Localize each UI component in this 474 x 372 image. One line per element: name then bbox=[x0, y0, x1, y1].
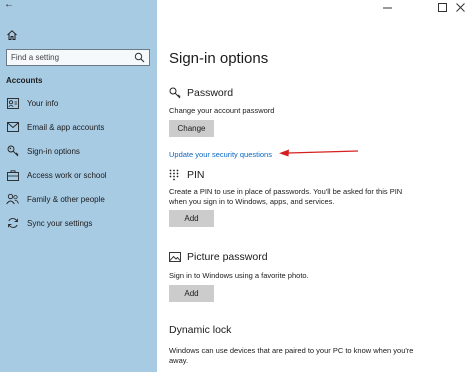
home-button[interactable] bbox=[6, 28, 20, 42]
page-title: Sign-in options bbox=[169, 50, 269, 67]
sidebar-item-label: Family & other people bbox=[27, 194, 105, 204]
back-arrow-icon: ← bbox=[4, 0, 14, 10]
sidebar-item-label: Sync your settings bbox=[27, 218, 93, 228]
sidebar-item-sign-in-options[interactable]: Sign-in options bbox=[0, 141, 157, 161]
add-pin-button[interactable]: Add bbox=[169, 210, 214, 227]
section-heading: Dynamic lock bbox=[169, 324, 232, 336]
key-icon bbox=[169, 86, 182, 99]
section-heading: Picture password bbox=[187, 250, 268, 263]
sync-icon bbox=[6, 217, 19, 230]
section-heading: PIN bbox=[187, 168, 205, 181]
password-heading: Password bbox=[169, 86, 233, 99]
picture-password-heading: Picture password bbox=[169, 250, 268, 263]
sidebar-section-title: Accounts bbox=[6, 76, 43, 85]
pin-description: Create a PIN to use in place of password… bbox=[169, 187, 403, 206]
back-button[interactable]: ← bbox=[4, 0, 18, 12]
update-security-questions-link[interactable]: Update your security questions bbox=[169, 150, 272, 159]
dynamic-lock-description: Windows can use devices that are paired … bbox=[169, 346, 414, 365]
key-icon bbox=[6, 145, 19, 158]
annotation-arrow bbox=[279, 149, 359, 157]
people-icon bbox=[6, 193, 19, 206]
sidebar-item-label: Access work or school bbox=[27, 170, 107, 180]
change-password-button[interactable]: Change bbox=[169, 120, 214, 137]
add-picture-password-button[interactable]: Add bbox=[169, 285, 214, 302]
sidebar-item-label: Email & app accounts bbox=[27, 122, 105, 132]
sidebar-item-your-info[interactable]: Your info bbox=[0, 93, 157, 113]
sidebar-item-label: Sign-in options bbox=[27, 146, 80, 156]
home-icon bbox=[7, 30, 17, 40]
envelope-icon bbox=[6, 121, 19, 134]
sidebar-item-label: Your info bbox=[27, 98, 59, 108]
sidebar: ← Accounts Your info Email & ap bbox=[0, 0, 157, 372]
person-card-icon bbox=[6, 97, 19, 110]
settings-window: ← Accounts Your info Email & ap bbox=[0, 0, 474, 372]
section-heading: Password bbox=[187, 86, 234, 99]
main-content: Sign-in options Password Change your acc… bbox=[157, 0, 474, 372]
sidebar-item-family-other-people[interactable]: Family & other people bbox=[0, 189, 157, 209]
briefcase-icon bbox=[6, 169, 19, 182]
pin-heading: PIN bbox=[169, 168, 205, 181]
search-icon[interactable] bbox=[134, 52, 145, 63]
picture-icon bbox=[169, 250, 182, 263]
search-input[interactable] bbox=[11, 50, 129, 65]
sidebar-item-access-work-school[interactable]: Access work or school bbox=[0, 165, 157, 185]
search-box[interactable] bbox=[6, 49, 150, 66]
dynamic-lock-heading: Dynamic lock bbox=[169, 324, 231, 336]
sidebar-item-sync-settings[interactable]: Sync your settings bbox=[0, 213, 157, 233]
picture-password-description: Sign in to Windows using a favorite phot… bbox=[169, 271, 309, 280]
keypad-icon bbox=[169, 168, 182, 181]
sidebar-item-email-app-accounts[interactable]: Email & app accounts bbox=[0, 117, 157, 137]
password-description: Change your account password bbox=[169, 106, 275, 115]
